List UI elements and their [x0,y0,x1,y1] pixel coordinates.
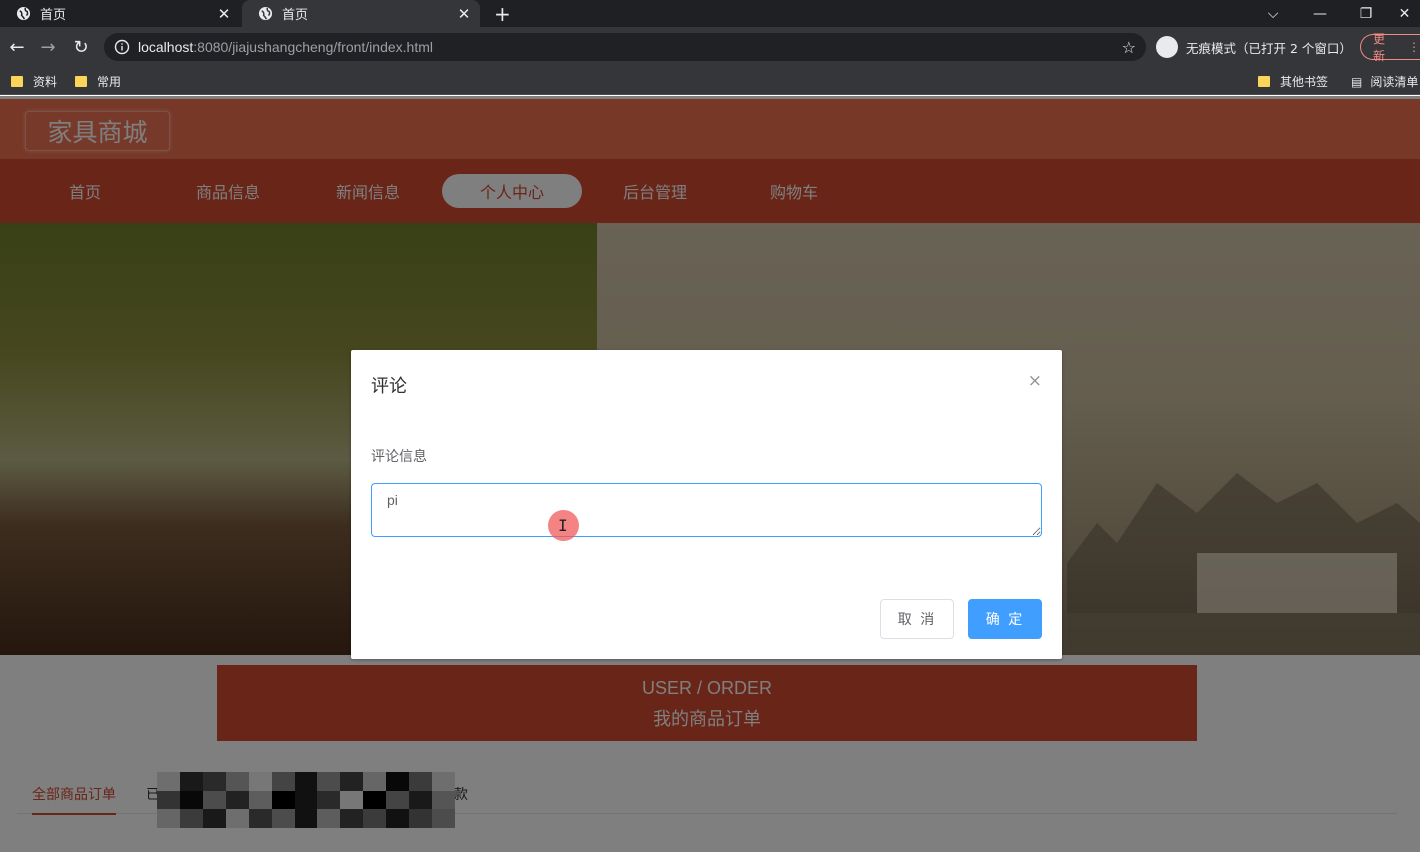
globe-icon [16,6,31,21]
site-info-icon[interactable] [114,39,130,55]
dialog-title: 评论 [371,376,407,397]
incognito-indicator[interactable]: 无痕模式（已打开 2 个窗口） [1156,34,1352,60]
bookmark-folder-other[interactable]: 其他书签 [1258,73,1328,90]
update-button[interactable]: 更新 ⋮ [1360,32,1420,63]
bookmarks-bar: 资料 常用 其他书签 ▤ 阅读清单 [0,67,1420,95]
tab-close-icon[interactable]: ✕ [456,5,472,23]
cancel-button[interactable]: 取 消 [880,599,954,639]
close-icon[interactable]: × [1028,372,1042,390]
browser-tab-1[interactable]: 首页 ✕ [0,0,240,27]
confirm-button[interactable]: 确 定 [968,599,1042,639]
reading-list[interactable]: ▤ 阅读清单 [1351,73,1418,90]
reading-list-icon: ▤ [1351,74,1363,89]
browser-toolbar: ← → ↻ localhost:8080/jiajushangcheng/fro… [0,27,1420,67]
folder-icon [1258,76,1270,87]
reload-icon[interactable]: ↻ [70,36,92,58]
comment-dialog: 评论 × 评论信息 取 消 确 定 [351,350,1062,659]
url-text: localhost:8080/jiajushangcheng/front/ind… [138,39,433,55]
bookmark-folder-ziliao[interactable]: 资料 [11,73,57,90]
bookmark-star-icon[interactable]: ☆ [1122,38,1136,57]
browser-tab-strip: 首页 ✕ 首页 ✕ + ⌵ — ❐ ✕ [0,0,1420,27]
text-cursor-icon: I [558,516,568,535]
back-arrow-icon[interactable]: ← [6,36,28,58]
comment-textarea[interactable] [371,483,1042,537]
globe-icon [258,6,273,21]
incognito-icon [1156,36,1178,58]
window-close-icon[interactable]: ✕ [1389,0,1420,27]
address-bar[interactable]: localhost:8080/jiajushangcheng/front/ind… [104,33,1146,61]
incognito-label: 无痕模式（已打开 2 个窗口） [1186,40,1352,56]
tab-close-icon[interactable]: ✕ [216,5,232,23]
browser-tab-2[interactable]: 首页 ✕ [242,0,480,27]
tab-title: 首页 [40,8,67,23]
menu-kebab-icon[interactable]: ⋮ [1408,40,1420,54]
tab-title: 首页 [282,8,309,23]
bookmark-folder-changyong[interactable]: 常用 [75,73,121,90]
minimize-icon[interactable]: — [1297,0,1343,27]
tab-search-chevron-icon[interactable]: ⌵ [1250,0,1296,27]
folder-icon [75,76,87,87]
comment-field-label: 评论信息 [371,449,427,465]
new-tab-button[interactable]: + [494,2,511,26]
restore-icon[interactable]: ❐ [1343,0,1389,27]
folder-icon [11,76,23,87]
forward-arrow-icon[interactable]: → [37,36,59,58]
